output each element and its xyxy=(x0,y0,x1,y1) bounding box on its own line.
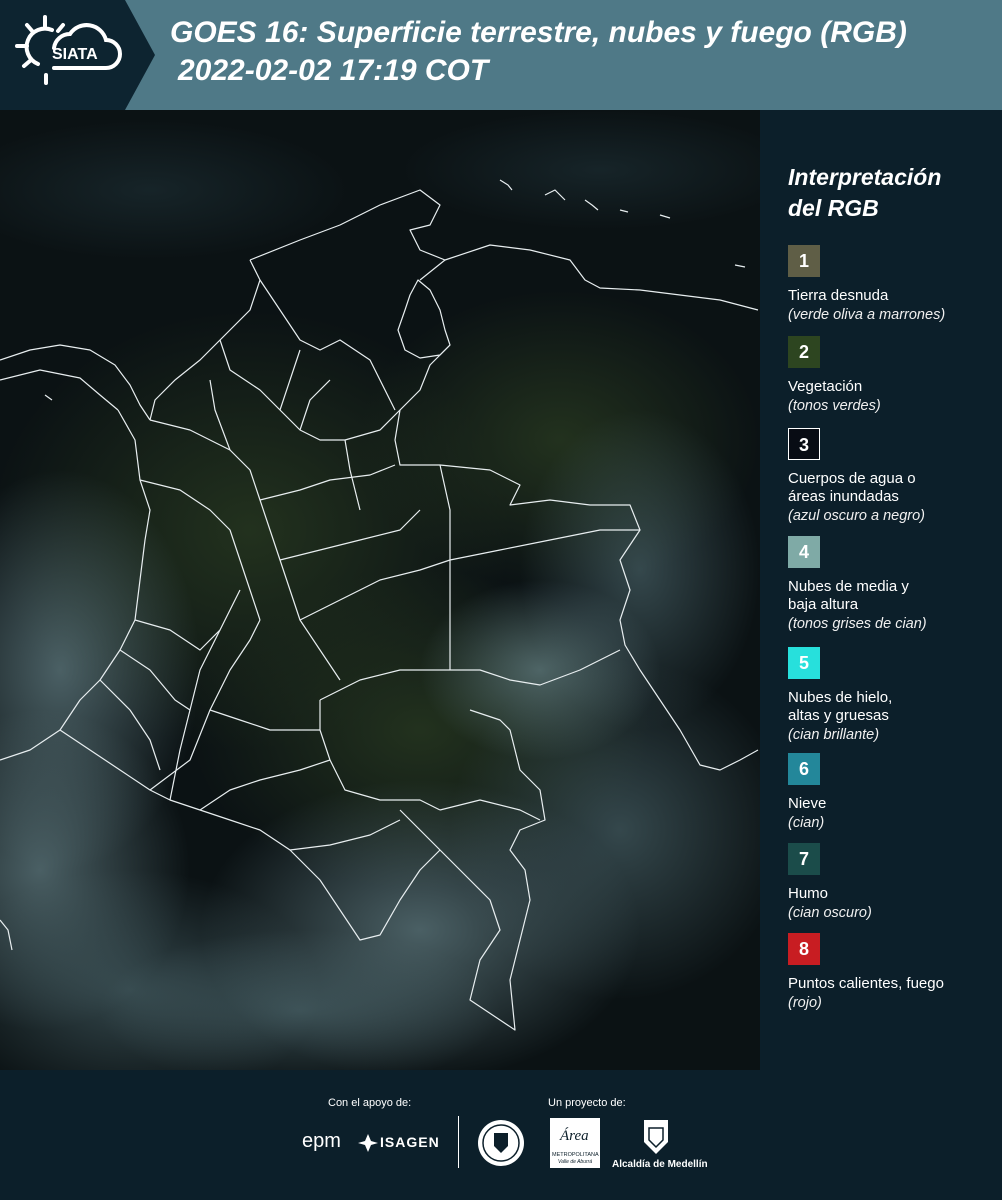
legend-item-label: Nieve xyxy=(788,795,827,812)
legend-item-description: (verde oliva a marrones) xyxy=(788,307,946,323)
seal-logo xyxy=(478,1120,524,1166)
title-line-1: GOES 16: Superficie terrestre, nubes y f… xyxy=(170,16,907,49)
legend-item-label: Humo xyxy=(788,885,829,902)
footer: Con el apoyo de: Un proyecto de: epm ISA… xyxy=(0,1070,1002,1200)
alcaldia-shield-icon xyxy=(644,1120,668,1154)
svg-text:SIATA: SIATA xyxy=(52,46,98,63)
epm-logo: epm xyxy=(302,1130,341,1152)
legend-item-label: Nubes de hielo, altas y gruesas xyxy=(788,689,893,724)
legend-item: 6 Nieve (cian) xyxy=(788,753,1002,833)
legend-swatch: 2 xyxy=(788,336,820,368)
legend-swatch: 4 xyxy=(788,536,820,568)
legend-item: 1 Tierra desnuda (verde oliva a marrones) xyxy=(788,245,1002,325)
legend-item-label: Tierra desnuda xyxy=(788,287,889,304)
legend-swatch: 3 xyxy=(788,428,820,460)
legend-item-label: Vegetación xyxy=(788,378,863,395)
legend-swatch: 5 xyxy=(788,647,820,679)
legend-swatch: 7 xyxy=(788,843,820,875)
legend-item: 2 Vegetación (tonos verdes) xyxy=(788,336,1002,416)
isagen-logo: ISAGEN xyxy=(380,1134,440,1150)
siata-logo: SIATA xyxy=(15,15,122,85)
legend-item-description: (tonos verdes) xyxy=(788,398,881,414)
satellite-image xyxy=(0,110,760,1070)
legend-item-description: (cian oscuro) xyxy=(788,905,872,921)
legend-item-label: Cuerpos de agua o áreas inundadas xyxy=(788,470,916,505)
legend-title: Interpretación del RGB xyxy=(788,164,942,221)
legend-item-label: Nubes de media y baja altura xyxy=(788,578,909,613)
header: SIATA GOES 16: Superficie terrestre, nub… xyxy=(0,0,1002,110)
isagen-icon xyxy=(358,1134,378,1152)
legend-item-description: (cian) xyxy=(788,815,825,831)
legend-item-label: Puntos calientes, fuego xyxy=(788,975,944,992)
legend-item: 4 Nubes de media y baja altura (tonos grise… xyxy=(788,536,1002,634)
legend-swatch: 8 xyxy=(788,933,820,965)
legend-item: 8 Puntos calientes, fuego (rojo) xyxy=(788,933,1002,1013)
project-label: Un proyecto de: xyxy=(548,1097,626,1109)
support-label: Con el apoyo de: xyxy=(328,1097,412,1109)
legend-item-description: (rojo) xyxy=(788,995,822,1011)
legend-item: 3 Cuerpos de agua o áreas inundadas (azul o… xyxy=(788,428,1002,526)
legend-panel: Interpretación del RGB 1 Tierra desnuda (v… xyxy=(760,110,1002,1070)
legend-item: 5 Nubes de hielo, altas y gruesas (cian bri… xyxy=(788,647,1002,745)
satellite-map[interactable] xyxy=(0,110,760,1070)
legend-swatch: 6 xyxy=(788,753,820,785)
legend-swatch: 1 xyxy=(788,245,820,277)
page-title: GOES 16: Superficie terrestre, nubes y f… xyxy=(170,14,1000,90)
legend-item-description: (cian brillante) xyxy=(788,727,880,743)
area-metropolitana-logo: Área METROPOLITANA Valle de Aburrá xyxy=(550,1118,600,1168)
alcaldia-label: Alcaldía de Medellín xyxy=(612,1159,708,1170)
footer-divider xyxy=(458,1116,459,1168)
legend-item-description: (tonos grises de cian) xyxy=(788,616,927,632)
legend-item-description: (azul oscuro a negro) xyxy=(788,508,926,524)
legend-item: 7 Humo (cian oscuro) xyxy=(788,843,1002,923)
title-line-2: 2022-02-02 17:19 COT xyxy=(178,54,489,87)
